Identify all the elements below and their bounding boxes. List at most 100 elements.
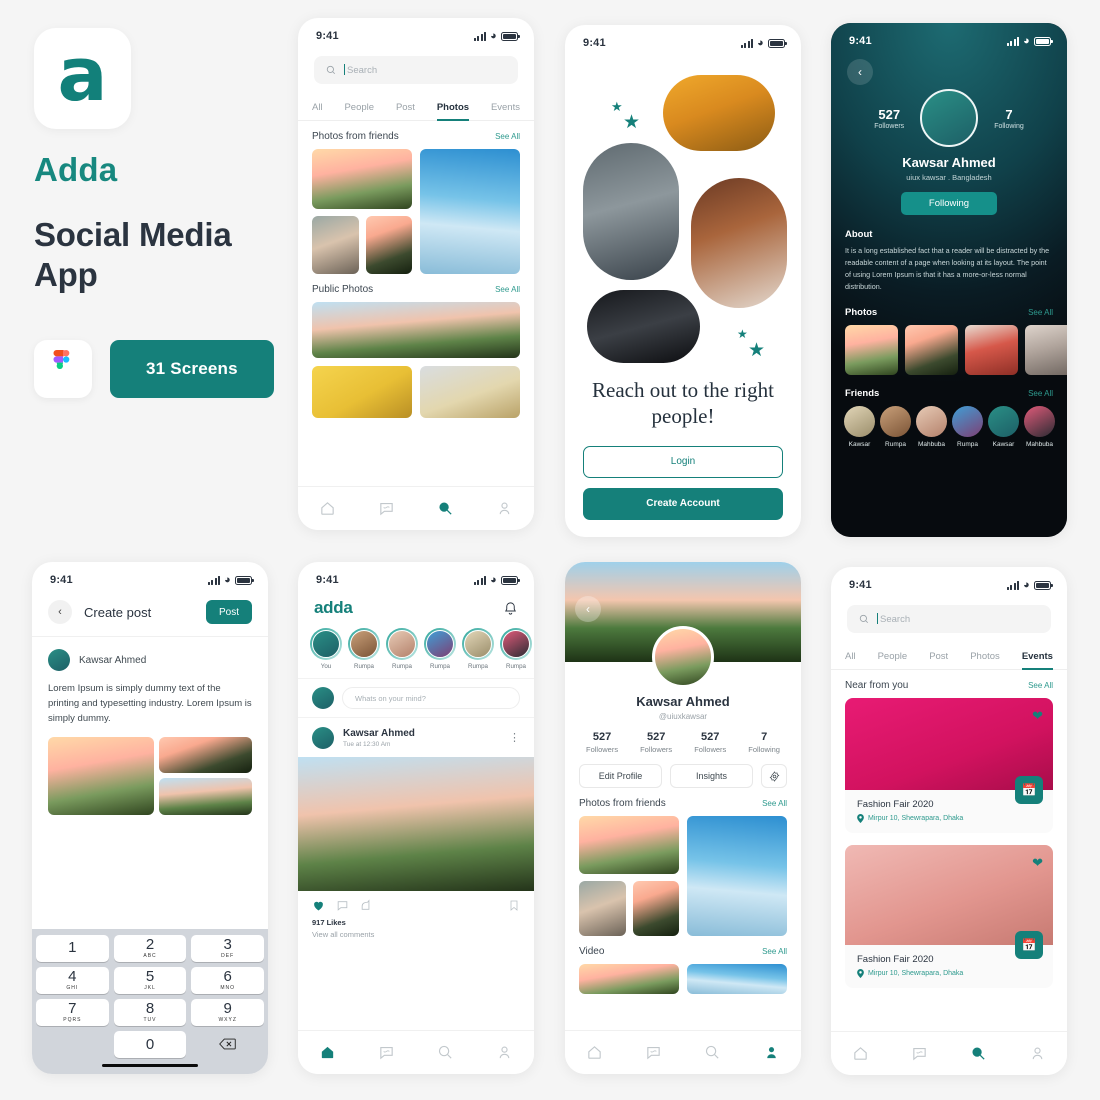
- friend-item[interactable]: Rumpa: [880, 405, 911, 448]
- event-card[interactable]: ❤ 📅 Fashion Fair 2020 Mirpur 10, Shewrap…: [845, 845, 1053, 988]
- chat-icon[interactable]: [378, 1044, 395, 1061]
- profile-icon[interactable]: [1029, 1045, 1046, 1062]
- photo-thumb[interactable]: [312, 302, 520, 358]
- following-button[interactable]: Following: [901, 192, 997, 215]
- photo-thumb[interactable]: [579, 881, 626, 936]
- photo-thumb[interactable]: [632, 881, 679, 936]
- see-all-link[interactable]: See All: [1028, 308, 1053, 317]
- friend-item[interactable]: Rumpa: [952, 405, 983, 448]
- tab-events[interactable]: Events: [1021, 651, 1054, 670]
- profile-icon[interactable]: [496, 1044, 513, 1061]
- key-6[interactable]: 6 MNO: [191, 966, 265, 994]
- key-9[interactable]: 9 WXYZ: [191, 998, 265, 1026]
- chat-icon[interactable]: [378, 500, 395, 517]
- key-5[interactable]: 5 JKL: [113, 966, 187, 994]
- home-icon[interactable]: [319, 500, 336, 517]
- video-thumb[interactable]: [579, 964, 679, 994]
- video-thumb[interactable]: [687, 964, 787, 994]
- tab-all[interactable]: All: [312, 102, 323, 120]
- see-all-link[interactable]: See All: [1028, 389, 1053, 398]
- composer-input[interactable]: Whats on your mind?: [342, 687, 520, 709]
- search-input[interactable]: Search: [314, 56, 518, 84]
- story-item[interactable]: Rumpa: [462, 628, 494, 670]
- heart-icon[interactable]: ❤: [1032, 855, 1043, 871]
- photo-thumb[interactable]: [420, 149, 520, 274]
- story-item[interactable]: Rumpa: [348, 628, 380, 670]
- edit-profile-button[interactable]: Edit Profile: [579, 764, 662, 788]
- see-all-link[interactable]: See All: [495, 285, 520, 294]
- tab-people[interactable]: People: [344, 102, 374, 120]
- back-button[interactable]: ‹: [48, 600, 72, 624]
- key-2[interactable]: 2 ABC: [113, 934, 187, 962]
- friend-item[interactable]: Mahbuba: [916, 405, 947, 448]
- photo-thumb[interactable]: [312, 216, 359, 274]
- home-icon[interactable]: [586, 1044, 603, 1061]
- profile-icon[interactable]: [496, 500, 513, 517]
- profile-icon[interactable]: [763, 1044, 780, 1061]
- see-all-link[interactable]: See All: [762, 799, 787, 808]
- tab-events[interactable]: Events: [491, 102, 520, 120]
- chat-icon[interactable]: [645, 1044, 662, 1061]
- tab-post[interactable]: Post: [929, 651, 948, 669]
- story-item[interactable]: Rumpa: [386, 628, 418, 670]
- avatar[interactable]: [652, 626, 714, 688]
- key-0[interactable]: 0: [113, 1030, 187, 1058]
- tab-post[interactable]: Post: [396, 102, 415, 120]
- login-button[interactable]: Login: [583, 445, 783, 478]
- chat-icon[interactable]: [911, 1045, 928, 1062]
- calendar-icon[interactable]: 📅: [1015, 931, 1043, 959]
- story-item[interactable]: Rumpa: [424, 628, 456, 670]
- gear-icon[interactable]: [761, 764, 787, 788]
- calendar-icon[interactable]: 📅: [1015, 776, 1043, 804]
- backspace-icon[interactable]: [191, 1031, 264, 1058]
- heart-icon[interactable]: [312, 899, 325, 912]
- photo-thumb[interactable]: [1025, 324, 1067, 375]
- back-button[interactable]: ‹: [847, 59, 873, 85]
- friend-item[interactable]: Kawsar: [988, 405, 1019, 448]
- more-vertical-icon[interactable]: ⋮: [509, 733, 520, 743]
- create-account-button[interactable]: Create Account: [583, 487, 783, 520]
- insights-button[interactable]: Insights: [670, 764, 753, 788]
- post-body-text[interactable]: Lorem Ipsum is simply dummy text of the …: [32, 671, 268, 727]
- photo-thumb[interactable]: [579, 816, 679, 874]
- see-all-link[interactable]: See All: [1028, 681, 1053, 690]
- back-button[interactable]: ‹: [575, 596, 601, 622]
- key-1[interactable]: 1: [36, 934, 109, 962]
- photo-thumb[interactable]: [845, 324, 898, 375]
- key-7[interactable]: 7 PQRS: [36, 998, 109, 1026]
- friend-item[interactable]: Kawsar: [844, 405, 875, 448]
- post-button[interactable]: Post: [206, 600, 252, 624]
- bookmark-icon[interactable]: [508, 899, 520, 912]
- search-icon[interactable]: [437, 1044, 454, 1061]
- photo-thumb[interactable]: [312, 149, 412, 209]
- tab-photos[interactable]: Photos: [436, 102, 470, 121]
- event-card[interactable]: ❤ 📅 Fashion Fair 2020 Mirpur 10, Shewrap…: [845, 698, 1053, 833]
- screens-count-button[interactable]: 31 Screens: [110, 339, 274, 398]
- photo-thumb[interactable]: [365, 216, 412, 274]
- bell-icon[interactable]: [503, 601, 518, 616]
- photo-thumb[interactable]: [159, 778, 252, 815]
- tab-photos[interactable]: Photos: [970, 651, 1000, 669]
- search-icon[interactable]: [970, 1045, 987, 1062]
- view-comments-link[interactable]: View all comments: [298, 927, 534, 939]
- photo-thumb[interactable]: [48, 736, 155, 815]
- key-4[interactable]: 4 GHI: [36, 966, 109, 994]
- post-image[interactable]: [298, 757, 534, 891]
- tab-all[interactable]: All: [845, 651, 856, 669]
- comment-icon[interactable]: [336, 899, 349, 912]
- story-item[interactable]: You: [310, 628, 342, 670]
- share-icon[interactable]: [360, 899, 373, 912]
- search-input[interactable]: Search: [847, 605, 1051, 633]
- search-icon[interactable]: [704, 1044, 721, 1061]
- tab-people[interactable]: People: [878, 651, 908, 669]
- key-8[interactable]: 8 TUV: [113, 998, 187, 1026]
- heart-icon[interactable]: ❤: [1032, 708, 1043, 724]
- key-3[interactable]: 3 DEF: [191, 934, 265, 962]
- photo-thumb[interactable]: [965, 324, 1018, 375]
- story-item[interactable]: Rumpa: [500, 628, 532, 670]
- search-icon[interactable]: [437, 500, 454, 517]
- photo-thumb[interactable]: [420, 366, 520, 418]
- friend-item[interactable]: Mahbuba: [1024, 405, 1055, 448]
- home-icon[interactable]: [852, 1045, 869, 1062]
- photo-thumb[interactable]: [905, 324, 958, 375]
